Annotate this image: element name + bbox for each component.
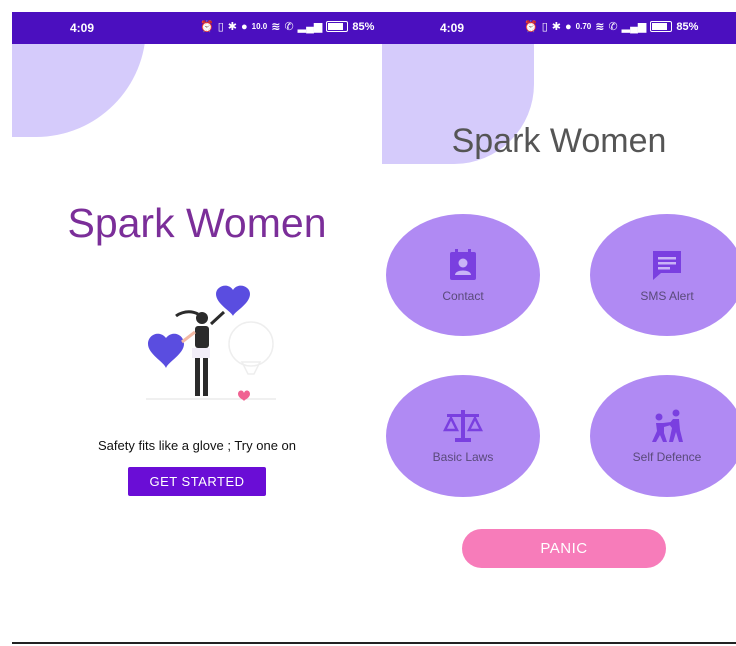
vibrate-icon: ▯ bbox=[541, 21, 548, 33]
panic-button[interactable]: PANIC bbox=[462, 529, 666, 568]
wifi-icon: ≋ bbox=[271, 21, 281, 33]
location-icon: ● bbox=[240, 20, 248, 33]
battery-level: 85% bbox=[676, 20, 699, 33]
sms-alert-label: SMS Alert bbox=[640, 289, 694, 303]
call-icon: ✆ bbox=[608, 21, 618, 33]
status-bar: 4:09 ⏰ ▯ ✱ ● 10.0 ≋ ✆ ▂▄▆ 85% bbox=[12, 12, 382, 44]
message-icon bbox=[653, 251, 681, 280]
wifi-icon: ≋ bbox=[595, 21, 605, 33]
network-speed: 10.0 bbox=[251, 22, 268, 31]
network-speed: 0.70 bbox=[575, 22, 592, 31]
basic-laws-button[interactable]: Basic Laws bbox=[386, 375, 540, 497]
location-icon: ● bbox=[564, 20, 572, 33]
call-icon: ✆ bbox=[284, 21, 294, 33]
status-time: 4:09 bbox=[70, 21, 95, 35]
woman-with-hearts-illustration bbox=[146, 285, 276, 401]
status-time: 4:09 bbox=[440, 21, 465, 35]
home-menu-screen: 4:09 ⏰ ▯ ✱ ● 0.70 ≋ ✆ ▂▄▆ 85% Spark Wome… bbox=[382, 12, 736, 644]
sms-alert-button[interactable]: SMS Alert bbox=[590, 214, 736, 336]
contact-button[interactable]: Contact bbox=[386, 214, 540, 336]
contact-book-icon bbox=[450, 249, 476, 280]
app-title: Spark Women bbox=[451, 122, 667, 160]
bottom-divider bbox=[12, 642, 382, 644]
basic-laws-label: Basic Laws bbox=[432, 450, 494, 464]
scales-icon bbox=[443, 410, 483, 442]
status-icons: ⏰ ▯ ✱ ● 10.0 ≋ ✆ ▂▄▆ 85% bbox=[200, 20, 375, 34]
self-defence-icon bbox=[652, 409, 683, 442]
app-title: Spark Women bbox=[67, 200, 327, 246]
signal-icon: ▂▄▆ bbox=[621, 21, 647, 33]
self-defence-label: Self Defence bbox=[632, 450, 702, 464]
welcome-screen: 4:09 ⏰ ▯ ✱ ● 10.0 ≋ ✆ ▂▄▆ 85% Spark Wome… bbox=[12, 12, 382, 644]
battery-icon bbox=[650, 21, 673, 32]
bottom-divider bbox=[382, 642, 736, 644]
nfc-icon: ✱ bbox=[227, 21, 237, 33]
status-icons: ⏰ ▯ ✱ ● 0.70 ≋ ✆ ▂▄▆ 85% bbox=[524, 20, 699, 34]
alarm-icon: ⏰ bbox=[524, 21, 538, 33]
tagline: Safety fits like a glove ; Try one on bbox=[98, 438, 296, 453]
nfc-icon: ✱ bbox=[551, 21, 561, 33]
battery-icon bbox=[326, 21, 349, 32]
status-bar: 4:09 ⏰ ▯ ✱ ● 0.70 ≋ ✆ ▂▄▆ 85% bbox=[382, 12, 736, 44]
vibrate-icon: ▯ bbox=[217, 21, 224, 33]
signal-icon: ▂▄▆ bbox=[297, 21, 323, 33]
self-defence-button[interactable]: Self Defence bbox=[590, 375, 736, 497]
get-started-button[interactable]: GET STARTED bbox=[128, 467, 266, 496]
contact-label: Contact bbox=[442, 289, 484, 303]
alarm-icon: ⏰ bbox=[200, 21, 214, 33]
battery-level: 85% bbox=[352, 20, 375, 33]
